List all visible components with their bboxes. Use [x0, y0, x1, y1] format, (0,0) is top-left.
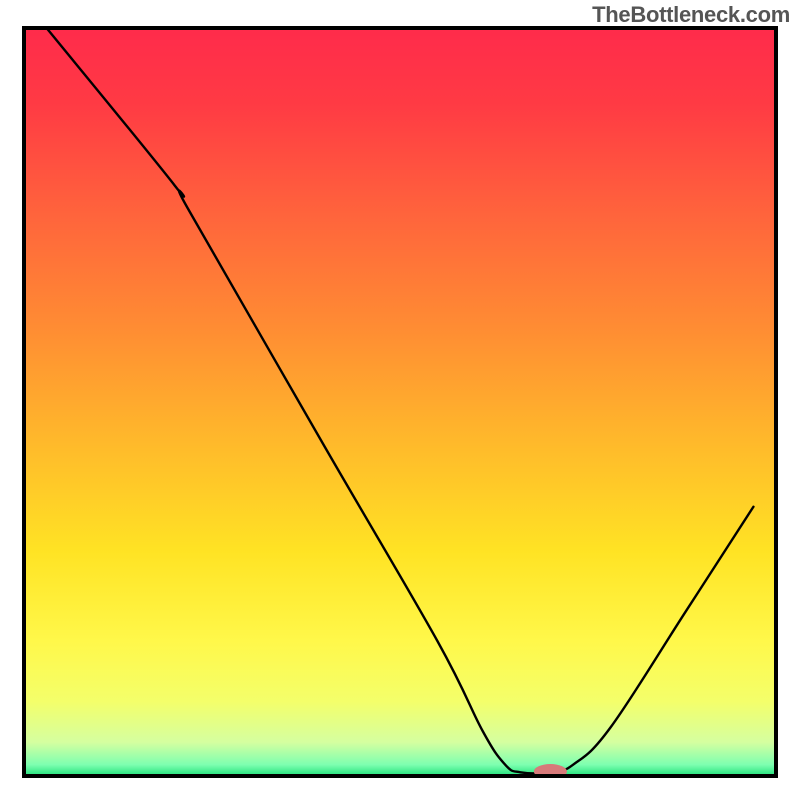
- watermark-text: TheBottleneck.com: [592, 2, 790, 28]
- bottleneck-chart: TheBottleneck.com: [0, 0, 800, 800]
- chart-canvas: [0, 0, 800, 800]
